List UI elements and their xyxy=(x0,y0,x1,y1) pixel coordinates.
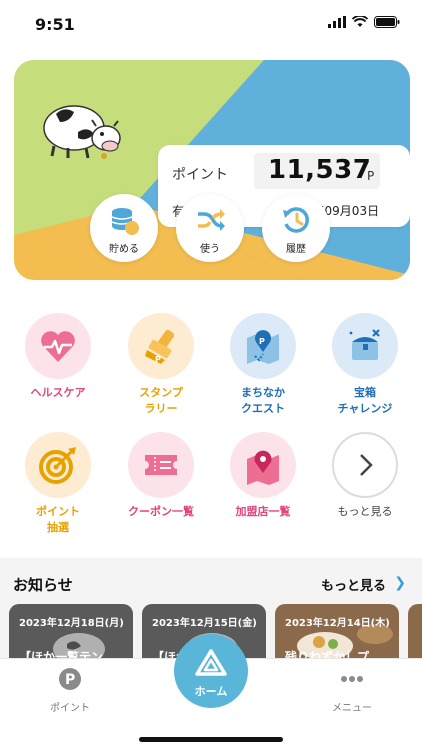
battery-icon xyxy=(374,16,400,28)
news-date: 2023年12月18日(月) xyxy=(19,618,124,629)
treasure-chest-icon xyxy=(349,329,380,360)
stamp-rally-circle: P xyxy=(128,313,194,379)
stamp-rally-line-1: スタンプ xyxy=(139,386,183,399)
tab-home[interactable]: ホーム xyxy=(174,634,248,708)
save-points-button[interactable]: 貯める xyxy=(90,194,158,262)
town-quest-line-2: クエスト xyxy=(241,402,285,415)
shuffle-icon xyxy=(198,209,225,231)
feature-point-lottery-label: ポイント 抽選 xyxy=(8,504,108,536)
status-bar: 9:51 xyxy=(0,0,422,50)
svg-text:P: P xyxy=(65,672,75,688)
see-more-circle xyxy=(332,432,398,498)
feature-town-quest-label: まちなか クエスト xyxy=(213,385,313,417)
svg-text:P: P xyxy=(155,355,161,364)
coin-stack-icon xyxy=(111,208,139,235)
news-more-link[interactable]: もっと見る xyxy=(321,575,386,594)
tab-home-label: ホーム xyxy=(194,685,228,698)
feature-healthcare-label: ヘルスケア xyxy=(8,385,108,401)
home-indicator xyxy=(139,737,283,742)
town-quest-circle: P xyxy=(230,313,296,379)
save-points-label: 貯める xyxy=(109,244,139,255)
feature-stamp-rally-label: スタンプ ラリー xyxy=(111,385,211,417)
svg-text:P: P xyxy=(259,337,265,346)
target-icon xyxy=(39,447,76,484)
chevron-right-icon xyxy=(360,454,373,476)
point-value: 11,537 xyxy=(268,155,372,185)
wifi-icon xyxy=(352,16,368,27)
stamp-rally-line-2: ラリー xyxy=(144,402,178,415)
coupon-list-circle xyxy=(128,432,194,498)
news-card[interactable]: 2023年12月18日(月) 【ほか一覧テン xyxy=(9,604,133,664)
history-button[interactable]: 履歴 xyxy=(262,194,330,262)
more-dots-icon xyxy=(341,676,363,682)
status-icons xyxy=(328,16,400,28)
point-p-icon: P xyxy=(59,668,81,690)
treasure-line-1: 宝箱 xyxy=(354,386,376,399)
home-triangle-icon xyxy=(195,649,227,676)
feature-see-more-label: もっと見る xyxy=(315,504,415,520)
point-unit: P xyxy=(367,169,375,183)
tab-menu[interactable]: メニュー xyxy=(312,667,392,714)
coupon-list-line-1: クーポン一覧 xyxy=(128,505,194,518)
history-icon xyxy=(283,207,309,233)
use-points-label: 使う xyxy=(200,244,220,255)
ticket-icon xyxy=(145,455,177,475)
news-date: 2023年12月15日(金) xyxy=(152,618,257,629)
news-card-partial[interactable] xyxy=(408,604,422,664)
point-lottery-circle xyxy=(25,432,91,498)
healthcare-line-1: ヘルスケア xyxy=(30,386,86,399)
tab-menu-label: メニュー xyxy=(332,703,372,714)
news-title: お知らせ xyxy=(13,576,73,594)
history-label: 履歴 xyxy=(286,244,306,255)
tab-point-label: ポイント xyxy=(50,703,90,714)
point-lottery-line-1: ポイント xyxy=(36,505,80,518)
see-more-line-1: もっと見る xyxy=(337,505,393,518)
healthcare-circle xyxy=(25,313,91,379)
treasure-challenge-circle xyxy=(332,313,398,379)
treasure-line-2: チャレンジ xyxy=(337,402,393,415)
news-date: 2023年12月14日(木) xyxy=(285,618,390,629)
use-points-button[interactable]: 使う xyxy=(176,194,244,262)
map-pin-icon: P xyxy=(247,330,279,364)
chevron-right-icon[interactable]: ❯ xyxy=(394,575,406,591)
feature-member-stores-label: 加盟店一覧 xyxy=(213,504,313,520)
stamp-icon: P xyxy=(145,329,175,364)
member-stores-line-1: 加盟店一覧 xyxy=(235,505,291,518)
town-quest-line-1: まちなか xyxy=(241,386,285,399)
point-label: ポイント xyxy=(172,167,228,183)
member-stores-circle xyxy=(230,432,296,498)
news-card[interactable]: 2023年12月14日(木) 残りわずかしプ xyxy=(275,604,399,664)
feature-coupon-list-label: クーポン一覧 xyxy=(111,504,211,520)
feature-treasure-challenge-label: 宝箱 チャレンジ xyxy=(315,385,415,417)
point-lottery-line-2: 抽選 xyxy=(47,521,69,534)
map-icon xyxy=(247,450,279,485)
status-time: 9:51 xyxy=(35,15,75,34)
signal-icon xyxy=(328,16,346,28)
tab-point[interactable]: P ポイント xyxy=(30,667,110,714)
cow-mascot-icon xyxy=(43,105,121,159)
heart-pulse-icon xyxy=(41,331,75,362)
